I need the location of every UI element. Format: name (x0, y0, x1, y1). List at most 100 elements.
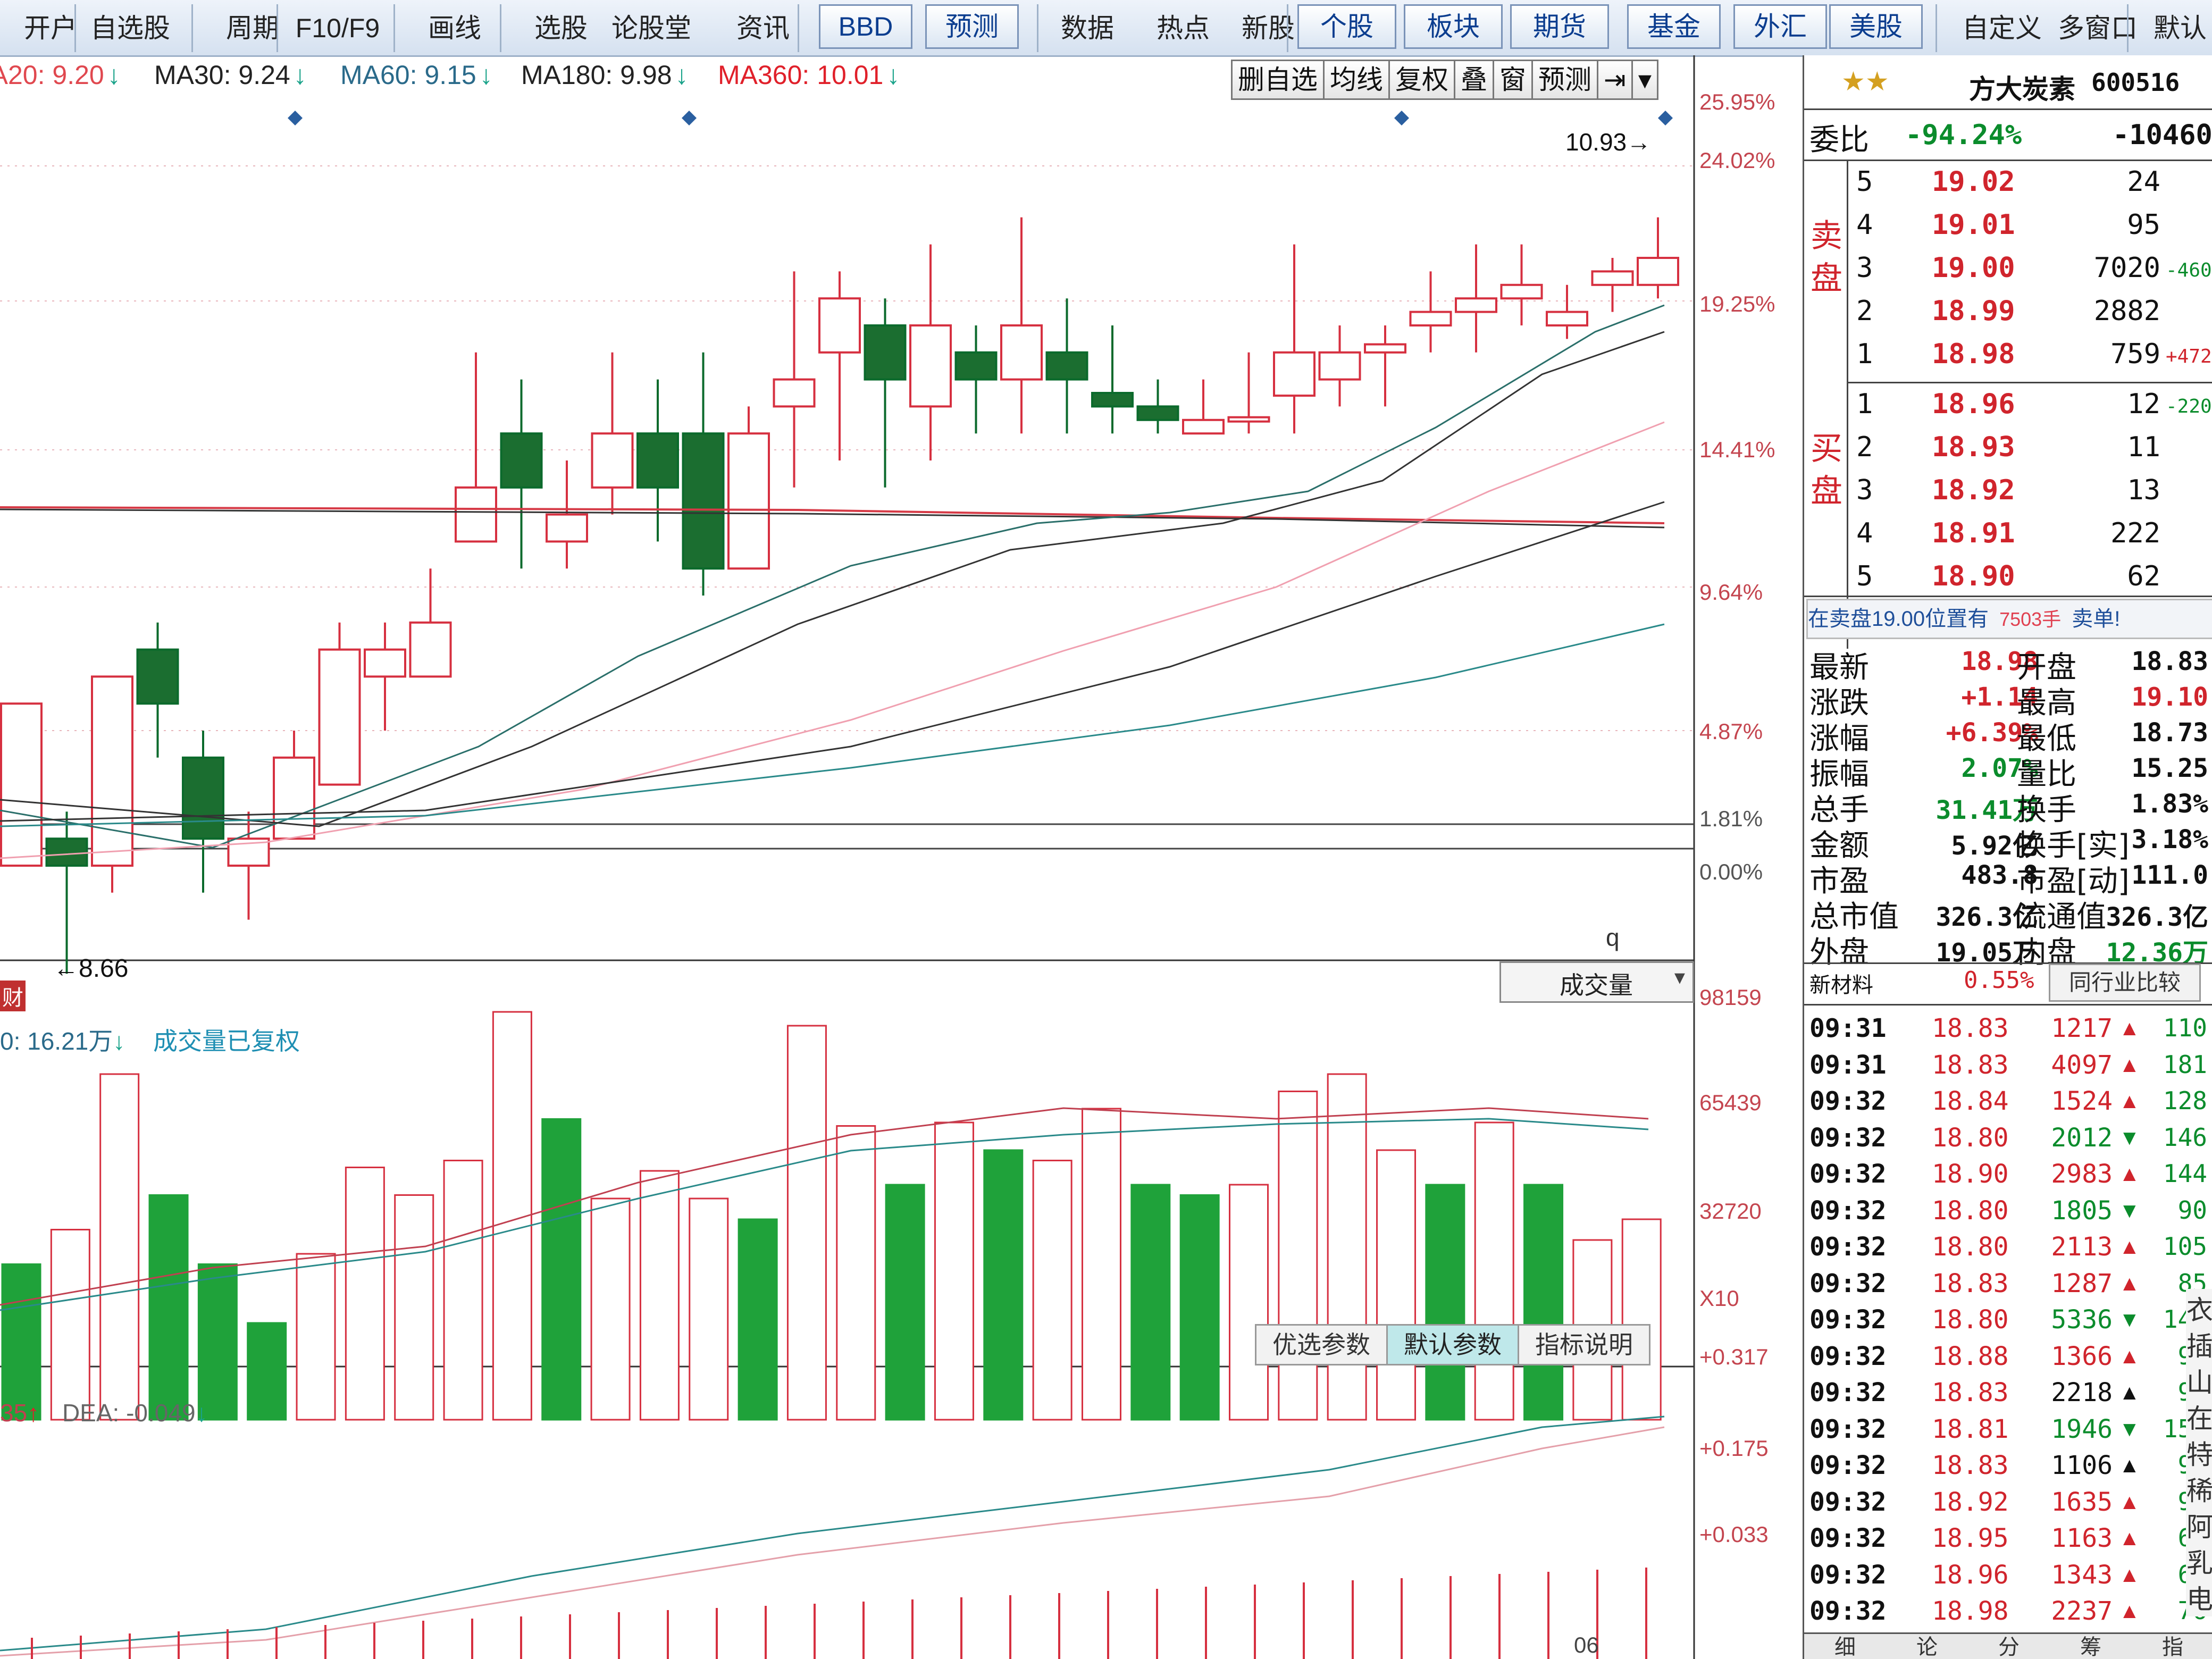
candle (364, 622, 406, 731)
volume-selector[interactable]: 成交量 ▾ (1499, 961, 1694, 1003)
candle (0, 702, 43, 867)
toolbar-5-button[interactable]: 选股 (510, 7, 611, 49)
chart-control-5-button[interactable]: 预测 (1531, 60, 1598, 100)
stat-value2: 326.3亿 (2106, 902, 2209, 932)
tick-price: 18.84 (1932, 1086, 2009, 1116)
arrow-down-icon: ↓ (293, 60, 307, 90)
side-glyph[interactable]: 电 (2186, 1578, 2212, 1616)
toolbar-4-button[interactable]: 画线 (404, 7, 505, 49)
candle (1546, 284, 1588, 339)
side-glyph[interactable]: 山 (2186, 1361, 2212, 1400)
chart-control-0-button[interactable]: 删自选 (1231, 60, 1325, 100)
tick-price: 18.88 (1932, 1341, 2009, 1371)
candle-body (909, 324, 952, 408)
tick-time: 09:32 (1809, 1451, 1887, 1480)
bid-volume: 12 (2127, 388, 2160, 420)
toolbar-21-button[interactable]: 默认页 (2148, 7, 2212, 85)
side-glyph[interactable]: 在 (2186, 1397, 2212, 1436)
optimize-params-button[interactable]: 优选参数 (1255, 1324, 1388, 1365)
bid-volume: 62 (2127, 560, 2160, 592)
tick-time: 09:32 (1809, 1596, 1887, 1626)
arrow-up-icon: ▲ (2119, 1090, 2140, 1113)
candle-body (1136, 405, 1179, 421)
tick-time: 09:32 (1809, 1378, 1887, 1407)
indicator-help-button[interactable]: 指标说明 (1518, 1324, 1650, 1365)
bottom-tab-2[interactable]: 分 (1968, 1634, 2050, 1659)
candle (318, 622, 361, 786)
candle (1409, 271, 1452, 353)
candle (773, 271, 816, 488)
marker-diamond-icon (682, 111, 697, 125)
side-glyph[interactable]: 特 (2186, 1434, 2212, 1472)
chart-control-7-button[interactable]: ▾ (1631, 60, 1659, 100)
volume-bar (1425, 1184, 1465, 1421)
default-params-button[interactable]: 默认参数 (1386, 1324, 1519, 1365)
tick-price: 18.98 (1932, 1596, 2009, 1626)
candle-body (1364, 343, 1406, 354)
side-glyph[interactable]: 稀 (2186, 1470, 2212, 1508)
chart-control-3-button[interactable]: 叠 (1454, 60, 1494, 100)
chart-control-1-button[interactable]: 均线 (1323, 60, 1390, 100)
volume-bar (296, 1253, 336, 1421)
toolbar-15-button[interactable]: 期货 (1510, 4, 1609, 49)
volume-bar (738, 1218, 778, 1421)
candle-body (954, 351, 998, 381)
toolbar-3-button[interactable]: F10/F9 (287, 7, 388, 49)
volume-bar (934, 1121, 974, 1421)
side-glyph[interactable]: 插 (2186, 1325, 2212, 1363)
toolbar-17-button[interactable]: 外汇 (1733, 4, 1827, 49)
chart-control-4-button[interactable]: 窗 (1493, 60, 1533, 100)
toolbar-13-button[interactable]: 个股 (1297, 4, 1396, 49)
order-notice[interactable]: 在卖盘19.00位置有 7503手 卖单! (1806, 599, 2212, 639)
toolbar-18-button[interactable]: 美股 (1829, 4, 1923, 49)
volume-selector-label: 成交量 (1560, 971, 1633, 999)
bid-level: 2 (1856, 431, 1873, 463)
volume-bar (590, 1197, 631, 1421)
toolbar-8-button[interactable]: BBD (819, 4, 912, 49)
toolbar-1-button[interactable]: 自选股 (80, 7, 181, 49)
toolbar-10-button[interactable]: 数据 (1037, 7, 1138, 49)
candle (1227, 352, 1270, 434)
toolbar-20-button[interactable]: 多窗口 (2047, 7, 2148, 49)
arrow-up-icon: ▲ (2119, 1599, 2140, 1623)
bottom-tab-4[interactable]: 指 (2132, 1634, 2212, 1659)
tick-price: 18.81 (1932, 1414, 2009, 1444)
tick-volume: 1524 (2051, 1086, 2113, 1116)
tick-time: 09:32 (1809, 1341, 1887, 1371)
candle-body (1409, 311, 1452, 327)
side-glyph[interactable]: 阿 (2186, 1506, 2212, 1544)
pct-label: 9.64% (1699, 580, 1763, 605)
chart-control-2-button[interactable]: 复权 (1388, 60, 1455, 100)
ma-label: MA20: 9.20 (0, 60, 104, 90)
tick-time: 09:32 (1809, 1086, 1887, 1116)
star-icon: ★★ (1841, 66, 1889, 96)
bottom-tab-0[interactable]: 细 (1804, 1634, 1886, 1659)
toolbar-19-button[interactable]: 自定义 (1951, 7, 2052, 49)
toolbar-14-button[interactable]: 板块 (1404, 4, 1503, 49)
arrow-up-icon: ▲ (2119, 1490, 2140, 1514)
volume-bar (1327, 1073, 1367, 1421)
kline-chart-area[interactable] (0, 55, 1696, 1659)
side-glyph[interactable]: 乳 (2186, 1542, 2212, 1580)
bottom-tab-3[interactable]: 筹 (2050, 1634, 2132, 1659)
ask-volume: 2882 (2093, 295, 2160, 327)
arrow-down-icon: ↓ (107, 60, 121, 90)
chart-control-6-button[interactable]: ⇥ (1597, 60, 1633, 100)
bid-level: 5 (1856, 560, 1873, 592)
toolbar-16-button[interactable]: 基金 (1627, 4, 1721, 49)
bid-price: 18.96 (1932, 388, 2015, 420)
divider (1804, 108, 2212, 110)
tick-count: 110 (2163, 1013, 2207, 1042)
volume-bar (1032, 1160, 1073, 1421)
arrow-left-icon: ← (53, 954, 79, 983)
sector-compare-button[interactable]: 同行业比较 (2049, 963, 2201, 1002)
toolbar-separator (798, 4, 799, 52)
bid-volume: 11 (2127, 431, 2160, 463)
candle (1000, 217, 1043, 434)
toolbar-6-button[interactable]: 论股堂 (601, 7, 702, 49)
side-glyph[interactable]: 衣 (2186, 1289, 2212, 1327)
toolbar-9-button[interactable]: 预测 (925, 4, 1019, 49)
bottom-tab-1[interactable]: 论 (1886, 1634, 1968, 1659)
bid-level: 1 (1856, 388, 1873, 420)
candle (182, 731, 224, 893)
